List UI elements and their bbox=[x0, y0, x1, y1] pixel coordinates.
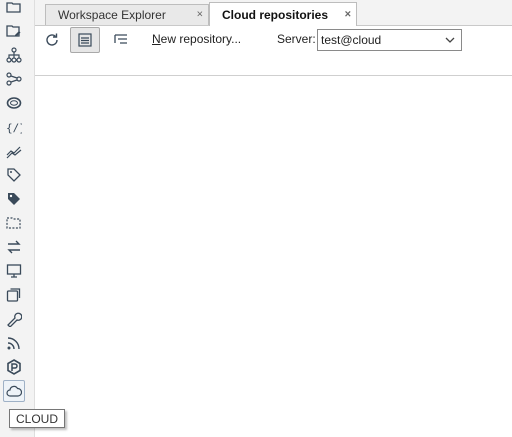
tree-view-button[interactable] bbox=[106, 27, 136, 53]
left-toolbar: {/} bbox=[0, 0, 35, 437]
tab-label: Workspace Explorer bbox=[58, 8, 166, 22]
connections-icon[interactable] bbox=[3, 68, 25, 90]
tab-cloud-repositories[interactable]: Cloud repositories × bbox=[209, 2, 357, 26]
tags-icon[interactable] bbox=[3, 188, 25, 210]
monitor-icon[interactable] bbox=[3, 260, 25, 282]
copy-icon[interactable] bbox=[3, 284, 25, 306]
tooltip: CLOUD bbox=[9, 409, 66, 428]
server-value: test@cloud bbox=[321, 33, 382, 47]
wrench-icon[interactable] bbox=[3, 308, 25, 330]
mnemonic-letter: N bbox=[152, 32, 161, 46]
tab-workspace-explorer[interactable]: Workspace Explorer × bbox=[45, 4, 209, 25]
tree-list-icon bbox=[114, 34, 127, 44]
svg-text:{/}: {/} bbox=[6, 122, 22, 135]
tag-icon[interactable] bbox=[3, 164, 25, 186]
transfer-icon[interactable] bbox=[3, 236, 25, 258]
close-icon[interactable]: × bbox=[345, 9, 351, 20]
repository-toolbar: New repository... Server: test@cloud bbox=[35, 26, 512, 56]
folder-icon[interactable] bbox=[3, 0, 25, 18]
refresh-icon bbox=[46, 33, 58, 46]
database-ring-icon[interactable] bbox=[3, 92, 25, 114]
folder-edit-icon[interactable] bbox=[3, 20, 25, 42]
cloud-icon[interactable] bbox=[3, 380, 25, 402]
hierarchy-icon[interactable] bbox=[3, 44, 25, 66]
refresh-button[interactable] bbox=[37, 27, 67, 53]
chart-line-icon[interactable] bbox=[3, 140, 25, 162]
new-repository-link[interactable]: New repository... bbox=[152, 32, 241, 46]
server-dropdown[interactable]: test@cloud bbox=[317, 29, 462, 51]
tab-strip: Workspace Explorer × Cloud repositories … bbox=[35, 0, 512, 26]
flat-list-icon bbox=[78, 33, 92, 47]
code-braces-icon[interactable]: {/} bbox=[3, 116, 25, 138]
tab-label: Cloud repositories bbox=[222, 7, 329, 22]
toolbar-divider bbox=[35, 75, 512, 76]
new-repository-label: ew repository... bbox=[160, 32, 242, 46]
flat-view-button[interactable] bbox=[70, 27, 100, 53]
rss-icon[interactable] bbox=[3, 332, 25, 354]
close-icon[interactable]: × bbox=[197, 9, 203, 21]
server-label: Server: bbox=[277, 32, 316, 46]
folder-dashed-icon[interactable] bbox=[3, 212, 25, 234]
hex-logo-icon[interactable] bbox=[3, 356, 25, 378]
chevron-down-icon bbox=[445, 37, 455, 43]
